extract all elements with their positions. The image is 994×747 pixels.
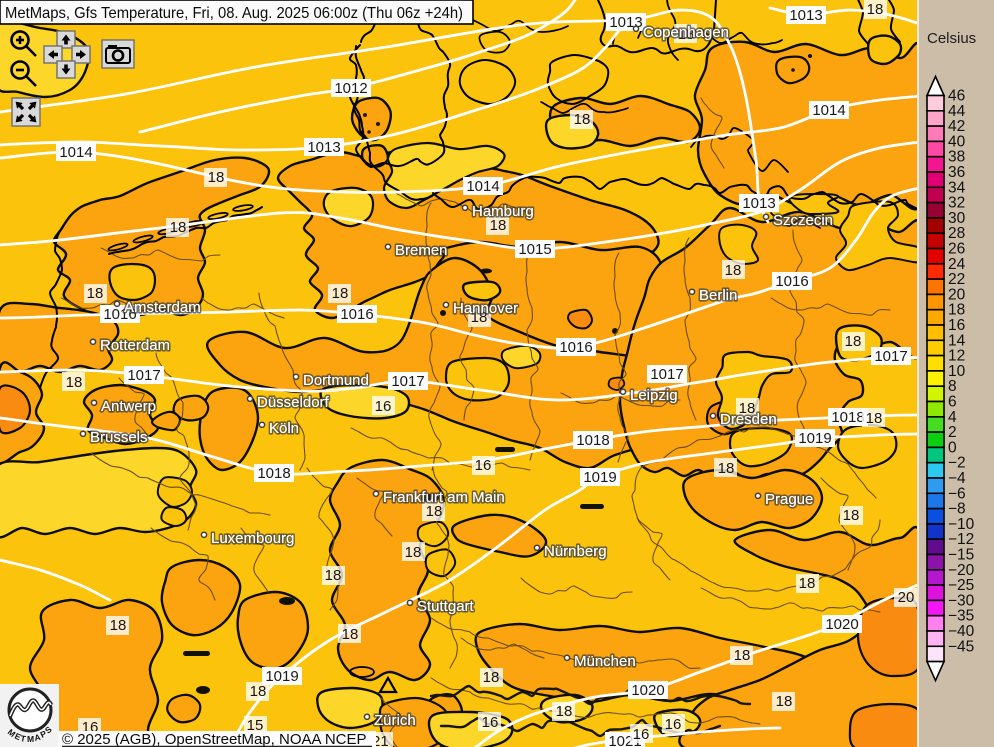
svg-text:18: 18: [250, 683, 267, 700]
svg-text:Rotterdam: Rotterdam: [100, 337, 170, 354]
svg-text:Bremen: Bremen: [395, 242, 448, 259]
svg-text:18: 18: [574, 111, 591, 128]
svg-text:Szczecin: Szczecin: [773, 212, 833, 229]
svg-text:Frankfurt am Main: Frankfurt am Main: [383, 489, 505, 506]
svg-text:16: 16: [633, 726, 650, 743]
svg-text:1019: 1019: [583, 469, 616, 486]
svg-text:18: 18: [405, 544, 422, 561]
svg-text:16: 16: [375, 398, 392, 415]
svg-text:Dresden: Dresden: [720, 411, 777, 428]
svg-text:18: 18: [845, 333, 862, 350]
svg-text:Leipzig: Leipzig: [630, 387, 678, 404]
svg-text:18: 18: [483, 669, 500, 686]
svg-text:1014: 1014: [59, 144, 92, 161]
svg-text:18: 18: [66, 374, 83, 391]
svg-text:1016: 1016: [340, 306, 373, 323]
svg-text:Köln: Köln: [269, 420, 299, 437]
svg-text:16: 16: [475, 457, 492, 474]
svg-text:1013: 1013: [789, 7, 822, 24]
svg-text:18: 18: [843, 507, 860, 524]
svg-text:18: 18: [332, 285, 349, 302]
svg-text:Luxembourg: Luxembourg: [211, 530, 294, 547]
svg-text:1013: 1013: [307, 139, 340, 156]
svg-text:18: 18: [866, 410, 883, 427]
svg-text:18: 18: [342, 626, 359, 643]
svg-text:Celsius: Celsius: [927, 30, 976, 47]
svg-text:Zürich: Zürich: [374, 712, 416, 729]
svg-text:18: 18: [718, 460, 735, 477]
svg-text:1013: 1013: [742, 195, 775, 212]
svg-text:Düsseldorf: Düsseldorf: [257, 394, 330, 411]
svg-text:Dortmund: Dortmund: [303, 372, 369, 389]
svg-text:1017: 1017: [391, 373, 424, 390]
svg-text:MetMaps, Gfs Temperature, Fri,: MetMaps, Gfs Temperature, Fri, 08. Aug. …: [5, 5, 463, 22]
svg-text:Stuttgart: Stuttgart: [417, 598, 475, 615]
svg-text:18: 18: [725, 262, 742, 279]
svg-text:1015: 1015: [518, 241, 551, 258]
svg-text:1016: 1016: [559, 339, 592, 356]
svg-text:Berlin: Berlin: [699, 287, 737, 304]
svg-text:18: 18: [208, 169, 225, 186]
svg-text:© 2025 (AGB), OpenStreetMap, N: © 2025 (AGB), OpenStreetMap, NOAA NCEP: [62, 731, 367, 747]
svg-text:Hamburg: Hamburg: [472, 203, 534, 220]
svg-text:−45: −45: [948, 638, 974, 655]
svg-text:1020: 1020: [825, 616, 858, 633]
svg-text:18: 18: [170, 219, 187, 236]
svg-text:1014: 1014: [466, 178, 499, 195]
svg-text:1018: 1018: [576, 432, 609, 449]
svg-text:Prague: Prague: [765, 491, 813, 508]
svg-text:18: 18: [776, 693, 793, 710]
svg-text:Brussels: Brussels: [90, 429, 148, 446]
svg-text:1018: 1018: [257, 465, 290, 482]
svg-text:Amsterdam: Amsterdam: [124, 299, 201, 316]
svg-text:18: 18: [110, 617, 127, 634]
svg-text:1017: 1017: [650, 366, 683, 383]
svg-text:1018: 1018: [831, 409, 864, 426]
svg-text:1016: 1016: [775, 273, 808, 290]
svg-text:1017: 1017: [127, 367, 160, 384]
svg-text:18: 18: [867, 1, 884, 18]
svg-text:1012: 1012: [334, 80, 367, 97]
svg-text:1020: 1020: [631, 682, 664, 699]
svg-text:16: 16: [665, 716, 682, 733]
svg-text:Copenhagen: Copenhagen: [643, 24, 729, 41]
svg-text:20: 20: [898, 589, 915, 606]
svg-text:18: 18: [799, 575, 816, 592]
svg-text:Antwerp: Antwerp: [101, 398, 156, 415]
svg-text:Hannover: Hannover: [453, 300, 518, 317]
svg-text:München: München: [574, 653, 636, 670]
svg-text:1019: 1019: [265, 668, 298, 685]
svg-text:18: 18: [325, 567, 342, 584]
svg-text:1014: 1014: [812, 102, 845, 119]
svg-text:18: 18: [87, 285, 104, 302]
svg-text:18: 18: [556, 703, 573, 720]
svg-text:16: 16: [482, 714, 499, 731]
svg-text:1017: 1017: [874, 348, 907, 365]
svg-text:1019: 1019: [798, 430, 831, 447]
svg-text:18: 18: [734, 647, 751, 664]
svg-text:Nürnberg: Nürnberg: [544, 543, 607, 560]
